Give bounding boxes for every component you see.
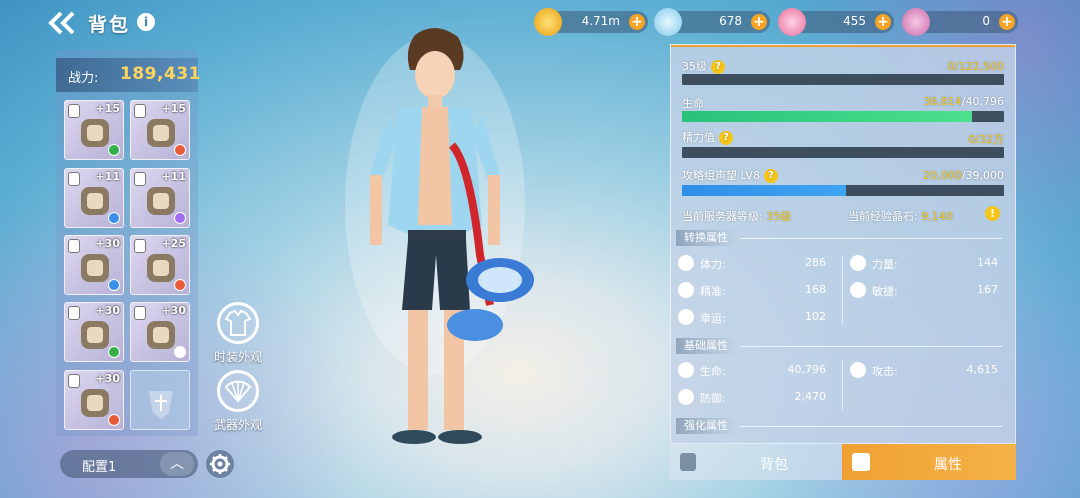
weapon-appearance-button[interactable]: 武器外观	[208, 370, 268, 433]
hp-value: 36,814/40,796	[923, 95, 1004, 108]
tab-attributes[interactable]: 属性	[842, 444, 1016, 480]
page-title: 背包	[88, 14, 131, 36]
bottom-tab-bar: 背包 属性	[670, 444, 1016, 480]
prestige-progress-bar	[682, 185, 1004, 196]
double-chevron-left-icon	[48, 11, 75, 35]
section-base: 基础属性	[676, 338, 736, 354]
equipment-slot-belt[interactable]: +15	[130, 100, 190, 160]
section-enhance: 强化属性	[676, 418, 736, 434]
currency-water: 678 +	[654, 8, 770, 36]
tab-bag-label: 背包	[760, 457, 788, 473]
help-icon[interactable]: ?	[763, 169, 778, 183]
hp-progress-bar	[682, 111, 1004, 122]
gem-icon	[174, 212, 186, 224]
costume-appearance-button[interactable]: 时装外观	[208, 302, 268, 365]
drop-icon	[678, 362, 694, 378]
exp-crystal: 当前经验晶石: 9,140	[848, 210, 953, 223]
level-label: 35级?	[682, 58, 725, 74]
shield-icon	[678, 389, 694, 405]
currency-crystal: 455 +	[778, 8, 894, 36]
help-icon[interactable]: ?	[719, 131, 733, 145]
prestige-label: 攻略组声望 LV8?	[682, 167, 778, 183]
equipment-slot-boots[interactable]: +30	[64, 302, 124, 362]
equipment-slot-armor[interactable]: +11	[64, 168, 124, 228]
add-orb-button[interactable]: +	[999, 14, 1015, 30]
currency-value: 455	[843, 14, 866, 28]
divider	[740, 238, 1002, 239]
energy-label: 精力值?	[682, 129, 733, 145]
power-value: 189,431	[120, 64, 201, 84]
add-gold-button[interactable]: +	[629, 14, 645, 30]
currency-value: 4.71m	[581, 14, 620, 28]
water-drop-icon	[654, 8, 682, 36]
currency-orb: 0 +	[902, 8, 1018, 36]
tab-bag[interactable]: 背包	[670, 444, 842, 480]
equipment-slot-necklace[interactable]: +30	[130, 302, 190, 362]
character-model	[345, 27, 534, 444]
divider	[740, 426, 1002, 427]
gem-icon	[108, 144, 120, 156]
orb-icon	[902, 8, 930, 36]
empty-slot-icon	[149, 391, 173, 419]
gem-icon	[108, 346, 120, 358]
level-value: 0/122,500	[947, 60, 1004, 73]
divider	[842, 255, 843, 325]
gear-icon	[210, 454, 230, 474]
divider	[740, 346, 1002, 347]
top-bar: 背包 i 4.71m + 678 + 455 + 0 +	[0, 0, 1080, 46]
chevron-up-icon[interactable]: ︿	[160, 452, 194, 476]
currency-value: 0	[982, 14, 990, 28]
fan-icon	[217, 370, 259, 412]
gem-icon	[108, 279, 120, 291]
currency-gold: 4.71m +	[534, 8, 648, 36]
gem-icon	[108, 414, 120, 426]
power-label: 战力:	[68, 71, 99, 86]
help-icon[interactable]: ?	[711, 60, 725, 74]
backpack-icon	[680, 453, 696, 471]
server-level: 当前服务器等级: 35级	[682, 210, 792, 223]
equipment-slot-gauntlet[interactable]: +11	[130, 168, 190, 228]
crosshair-icon	[678, 282, 694, 298]
info-icon[interactable]: i	[137, 13, 155, 31]
divider	[842, 360, 843, 410]
costume-label: 时装外观	[213, 350, 262, 364]
energy-value: 0/32万	[968, 133, 1004, 146]
heart-icon	[678, 255, 694, 271]
power-bar: 战力: 189,431	[56, 58, 201, 92]
gem-icon	[174, 144, 186, 156]
clover-icon	[678, 309, 694, 325]
empty-slot[interactable]	[130, 370, 190, 430]
config-label: 配置1	[82, 460, 117, 475]
weapon-label: 武器外观	[213, 418, 262, 432]
hp-label: 生命	[682, 97, 704, 110]
lightning-icon	[850, 282, 866, 298]
add-water-button[interactable]: +	[751, 14, 767, 30]
section-convert: 转换属性	[676, 230, 736, 246]
equipment-slot-weapon[interactable]: +30	[64, 370, 124, 430]
fist-icon	[850, 255, 866, 271]
tab-attributes-label: 属性	[934, 457, 962, 473]
level-progress-bar	[682, 74, 1004, 85]
currency-value: 678	[719, 14, 742, 28]
settings-button[interactable]	[206, 450, 234, 478]
add-crystal-button[interactable]: +	[875, 14, 891, 30]
warning-icon[interactable]: !	[985, 206, 1000, 221]
sword-icon	[850, 362, 866, 378]
crystal-icon	[778, 8, 806, 36]
energy-progress-bar	[682, 147, 1004, 158]
gem-icon	[174, 279, 186, 291]
back-button[interactable]	[46, 10, 80, 36]
equipment-slot-helmet[interactable]: +15	[64, 100, 124, 160]
document-icon	[852, 453, 870, 471]
config-selector[interactable]: 配置1 ︿	[60, 450, 198, 478]
equipment-slot-pants[interactable]: +30	[64, 235, 124, 295]
prestige-value: 20,000/39,000	[923, 169, 1004, 182]
gem-icon	[174, 346, 186, 358]
gem-icon	[108, 212, 120, 224]
equipment-slot-ring[interactable]: +25	[130, 235, 190, 295]
shirt-icon	[217, 302, 259, 344]
